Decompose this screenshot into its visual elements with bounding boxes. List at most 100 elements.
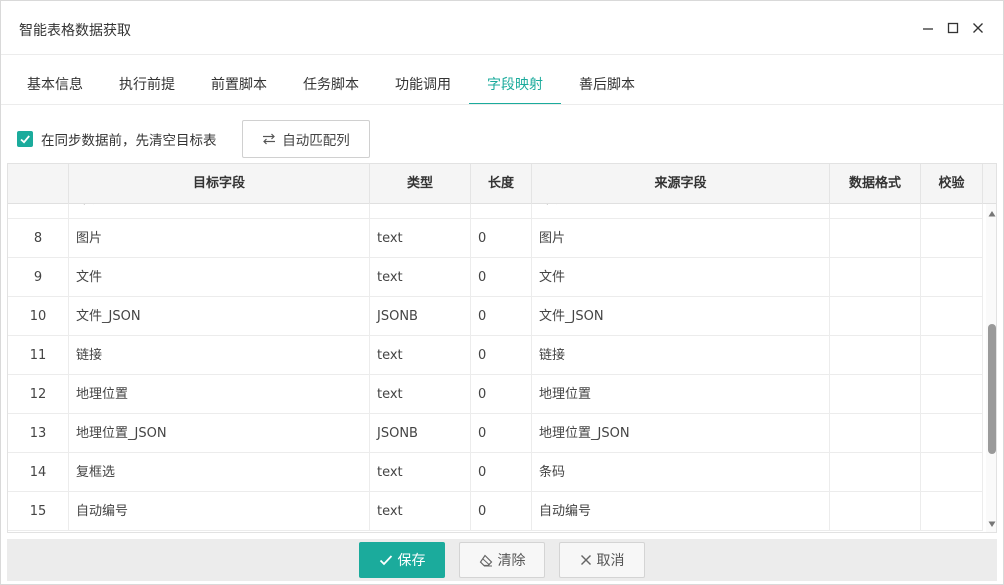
column-header-type[interactable]: 类型 <box>370 164 471 204</box>
target-field-cell[interactable]: 链接 <box>69 336 370 375</box>
clear-before-sync-label[interactable]: 在同步数据前，先清空目标表 <box>41 129 217 149</box>
check-cell[interactable] <box>921 258 983 297</box>
check-cell[interactable] <box>921 219 983 258</box>
row-index: 8 <box>8 219 69 258</box>
target-field-cell[interactable]: 评价 <box>69 204 370 219</box>
length-cell[interactable]: 0 <box>471 492 532 531</box>
check-cell[interactable] <box>921 414 983 453</box>
clear-button[interactable]: 清除 <box>459 542 545 578</box>
cancel-button[interactable]: 取消 <box>559 542 645 578</box>
target-field-cell[interactable]: 图片 <box>69 219 370 258</box>
data-format-cell[interactable] <box>830 336 921 375</box>
scroll-up-icon[interactable] <box>988 210 996 218</box>
vertical-scrollbar[interactable] <box>986 204 996 532</box>
column-header-target-field[interactable]: 目标字段 <box>69 164 370 204</box>
tab-post-script[interactable]: 善后脚本 <box>561 65 653 105</box>
source-field-cell[interactable]: 图片 <box>532 219 830 258</box>
length-cell[interactable]: 0 <box>471 453 532 492</box>
scroll-thumb[interactable] <box>988 324 996 454</box>
type-cell[interactable]: text <box>370 204 471 219</box>
check-cell[interactable] <box>921 492 983 531</box>
length-cell[interactable]: 0 <box>471 204 532 219</box>
tab-bar: 基本信息 执行前提 前置脚本 任务脚本 功能调用 字段映射 善后脚本 <box>9 65 653 105</box>
type-cell[interactable]: text <box>370 453 471 492</box>
row-index: 11 <box>8 336 69 375</box>
type-cell[interactable]: text <box>370 375 471 414</box>
length-cell[interactable]: 0 <box>471 336 532 375</box>
target-field-cell[interactable]: 地理位置_JSON <box>69 414 370 453</box>
source-field-cell[interactable]: 条码 <box>532 453 830 492</box>
scroll-down-icon[interactable] <box>988 520 996 528</box>
type-cell[interactable]: JSONB <box>370 414 471 453</box>
check-cell[interactable] <box>921 375 983 414</box>
check-cell[interactable] <box>921 336 983 375</box>
minimize-icon[interactable] <box>918 18 938 38</box>
column-header-check[interactable]: 校验 <box>921 164 983 204</box>
tab-basic-info[interactable]: 基本信息 <box>9 65 101 105</box>
table-row[interactable]: 11 链接 text 0 链接 <box>8 336 983 375</box>
tab-task-script[interactable]: 任务脚本 <box>285 65 377 105</box>
data-format-cell[interactable] <box>830 453 921 492</box>
source-field-cell[interactable]: 文件 <box>532 258 830 297</box>
source-field-cell[interactable]: 地理位置_JSON <box>532 414 830 453</box>
tab-precondition[interactable]: 执行前提 <box>101 65 193 105</box>
auto-match-button[interactable]: 自动匹配列 <box>242 120 370 158</box>
tab-field-mapping[interactable]: 字段映射 <box>469 65 561 105</box>
target-field-cell[interactable]: 复框选 <box>69 453 370 492</box>
length-cell[interactable]: 0 <box>471 414 532 453</box>
type-cell[interactable]: JSONB <box>370 297 471 336</box>
table-row[interactable]: 8 图片 text 0 图片 <box>8 219 983 258</box>
save-button[interactable]: 保存 <box>359 542 445 578</box>
column-header-source-field[interactable]: 来源字段 <box>532 164 830 204</box>
type-cell[interactable]: text <box>370 219 471 258</box>
data-format-cell[interactable] <box>830 414 921 453</box>
auto-match-label: 自动匹配列 <box>282 133 350 149</box>
check-cell[interactable] <box>921 204 983 219</box>
length-cell[interactable]: 0 <box>471 219 532 258</box>
check-cell[interactable] <box>921 297 983 336</box>
data-format-cell[interactable] <box>830 219 921 258</box>
target-field-cell[interactable]: 地理位置 <box>69 375 370 414</box>
table-row[interactable]: 9 文件 text 0 文件 <box>8 258 983 297</box>
data-format-cell[interactable] <box>830 375 921 414</box>
row-index: 10 <box>8 297 69 336</box>
column-header-index <box>8 164 69 204</box>
length-cell[interactable]: 0 <box>471 297 532 336</box>
data-format-cell[interactable] <box>830 258 921 297</box>
tab-function-call[interactable]: 功能调用 <box>377 65 469 105</box>
table-row[interactable]: 14 复框选 text 0 条码 <box>8 453 983 492</box>
close-icon[interactable] <box>968 18 988 38</box>
table-row[interactable]: 15 自动编号 text 0 自动编号 <box>8 492 983 531</box>
target-field-cell[interactable]: 自动编号 <box>69 492 370 531</box>
table-row[interactable]: 10 文件_JSON JSONB 0 文件_JSON <box>8 297 983 336</box>
type-cell[interactable]: text <box>370 336 471 375</box>
maximize-icon[interactable] <box>943 18 963 38</box>
check-cell[interactable] <box>921 453 983 492</box>
source-field-cell[interactable]: 自动编号 <box>532 492 830 531</box>
row-index: 12 <box>8 375 69 414</box>
data-format-cell[interactable] <box>830 297 921 336</box>
column-header-data-format[interactable]: 数据格式 <box>830 164 921 204</box>
source-field-cell[interactable]: 评价 <box>532 204 830 219</box>
clear-before-sync-checkbox[interactable] <box>17 131 33 147</box>
length-cell[interactable]: 0 <box>471 375 532 414</box>
table-row[interactable]: 7评价text0评价 <box>8 204 983 219</box>
tab-pre-script[interactable]: 前置脚本 <box>193 65 285 105</box>
window-title: 智能表格数据获取 <box>19 23 131 39</box>
type-cell[interactable]: text <box>370 492 471 531</box>
source-field-cell[interactable]: 文件_JSON <box>532 297 830 336</box>
close-icon <box>580 555 591 565</box>
data-format-cell[interactable] <box>830 492 921 531</box>
target-field-cell[interactable]: 文件 <box>69 258 370 297</box>
row-index: 13 <box>8 414 69 453</box>
table-row[interactable]: 12 地理位置 text 0 地理位置 <box>8 375 983 414</box>
source-field-cell[interactable]: 链接 <box>532 336 830 375</box>
source-field-cell[interactable]: 地理位置 <box>532 375 830 414</box>
target-field-cell[interactable]: 文件_JSON <box>69 297 370 336</box>
type-cell[interactable]: text <box>370 258 471 297</box>
data-format-cell[interactable] <box>830 204 921 219</box>
row-index: 7 <box>8 204 69 219</box>
table-row[interactable]: 13 地理位置_JSON JSONB 0 地理位置_JSON <box>8 414 983 453</box>
length-cell[interactable]: 0 <box>471 258 532 297</box>
column-header-length[interactable]: 长度 <box>471 164 532 204</box>
